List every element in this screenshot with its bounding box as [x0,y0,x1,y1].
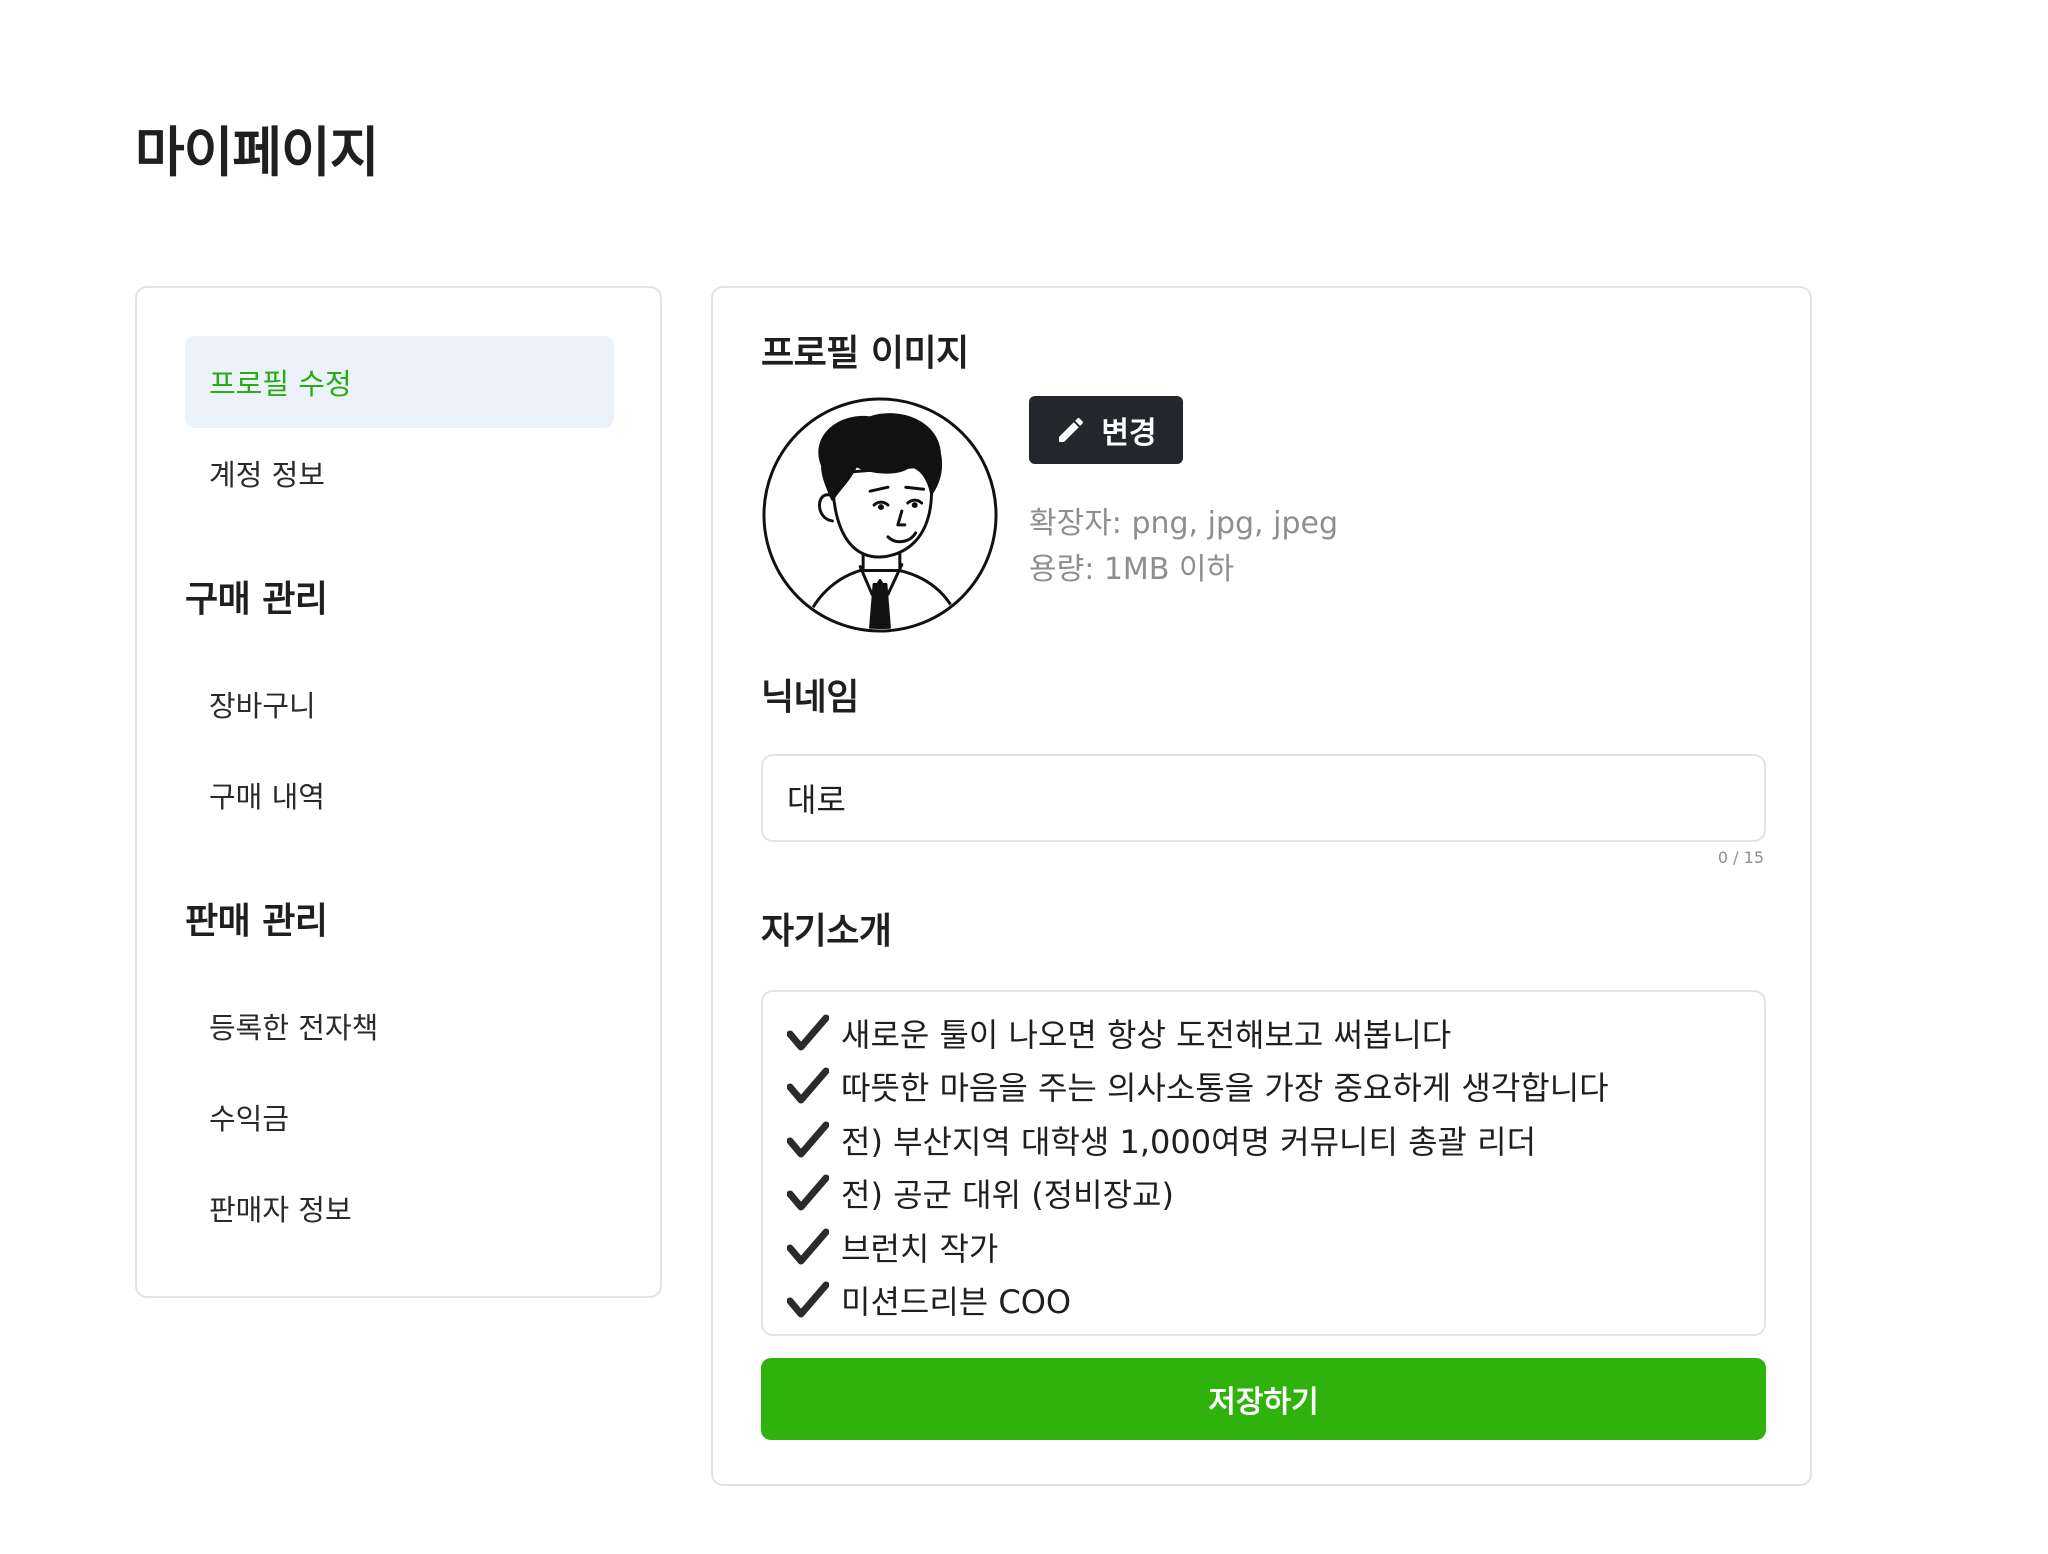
page-title: 마이페이지 [135,121,379,184]
change-button-label: 변경 [1101,416,1157,451]
check-icon [787,1014,829,1051]
extension-hint: 확장자: png, jpg, jpeg [1029,506,1338,541]
bio-line: 전) 부산지역 대학생 1,000여명 커뮤니티 총괄 리더 [787,1113,1764,1167]
pencil-icon [1059,417,1084,442]
bio-line-text: 전) 공군 대위 (정비장교) [841,1176,1174,1215]
check-icon [787,1121,829,1158]
profile-avatar [762,397,998,633]
bio-line: 새로운 툴이 나오면 항상 도전해보고 써봅니다 [787,1006,1764,1060]
sidebar-heading-sales: 판매 관리 [185,901,328,942]
bio-textarea[interactable]: 새로운 툴이 나오면 항상 도전해보고 써봅니다 따뜻한 마음을 주는 의사소통… [761,990,1766,1336]
check-icon [787,1174,829,1211]
bio-line: 미션드리븐 COO [787,1274,1764,1328]
change-image-button[interactable]: 변경 [1029,396,1183,464]
check-icon [787,1228,829,1265]
bio-line-text: 브런치 작가 [841,1229,999,1268]
bio-line: 브런치 작가 [787,1220,1764,1274]
save-button[interactable]: 저장하기 [761,1358,1766,1440]
bio-line: 전) 공군 대위 (정비장교) [787,1167,1764,1221]
sidebar-heading-purchase: 구매 관리 [185,579,328,620]
size-hint: 용량: 1MB 이하 [1029,552,1235,587]
bio-line: 따뜻한 마음을 주는 의사소통을 가장 중요하게 생각합니다 [787,1060,1764,1114]
sidebar-item-cart[interactable]: 장바구니 [185,658,614,750]
nickname-input[interactable]: 대로 [761,754,1766,842]
sidebar-item-registered-ebooks[interactable]: 등록한 전자책 [185,980,614,1072]
nickname-value: 대로 [787,781,846,819]
bio-line-text: 따뜻한 마음을 주는 의사소통을 가장 중요하게 생각합니다 [841,1069,1609,1108]
sidebar-item-account-info[interactable]: 계정 정보 [185,427,614,519]
bio-line-text: 전) 부산지역 대학생 1,000여명 커뮤니티 총괄 리더 [841,1122,1537,1161]
sidebar-item-profile-edit[interactable]: 프로필 수정 [185,336,614,428]
check-icon [787,1067,829,1104]
profile-image-title: 프로필 이미지 [761,333,969,374]
profile-edit-card: 프로필 이미지 변경 확장자: png, jpg, jpeg 용량: 1MB 이… [711,286,1812,1486]
nickname-title: 닉네임 [761,677,859,718]
bio-line-text: 새로운 툴이 나오면 항상 도전해보고 써봅니다 [841,1015,1452,1054]
sidebar-item-earnings[interactable]: 수익금 [185,1071,614,1163]
nickname-char-counter: 0 / 15 [1717,848,1764,867]
sidebar-menu: 프로필 수정 계정 정보 구매 관리 장바구니 구매 내역 판매 관리 등록한 … [135,286,662,1298]
check-icon [787,1281,829,1318]
sidebar-item-purchase-history[interactable]: 구매 내역 [185,749,614,841]
my-page: 마이페이지 프로필 수정 계정 정보 구매 관리 장바구니 구매 내역 판매 관… [0,0,2048,1554]
bio-line-text: 미션드리븐 COO [841,1283,1072,1322]
sidebar-item-seller-info[interactable]: 판매자 정보 [185,1162,614,1254]
bio-title: 자기소개 [761,911,892,952]
